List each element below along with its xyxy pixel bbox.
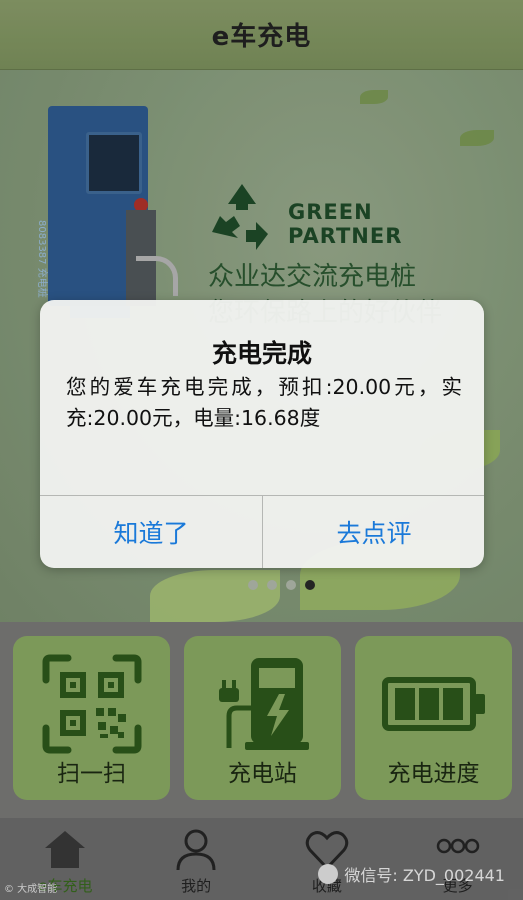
alert-message: 您的爱车充电完成，预扣:20.00元，实充:20.00元，电量:16.68度: [66, 375, 462, 430]
alert-title: 充电完成: [211, 339, 312, 368]
review-button[interactable]: 去点评: [263, 496, 484, 568]
acknowledge-button[interactable]: 知道了: [40, 496, 262, 568]
charge-complete-alert: 充电完成 您的爱车充电完成，预扣:20.00元，实充:20.00元，电量:16.…: [40, 300, 484, 568]
